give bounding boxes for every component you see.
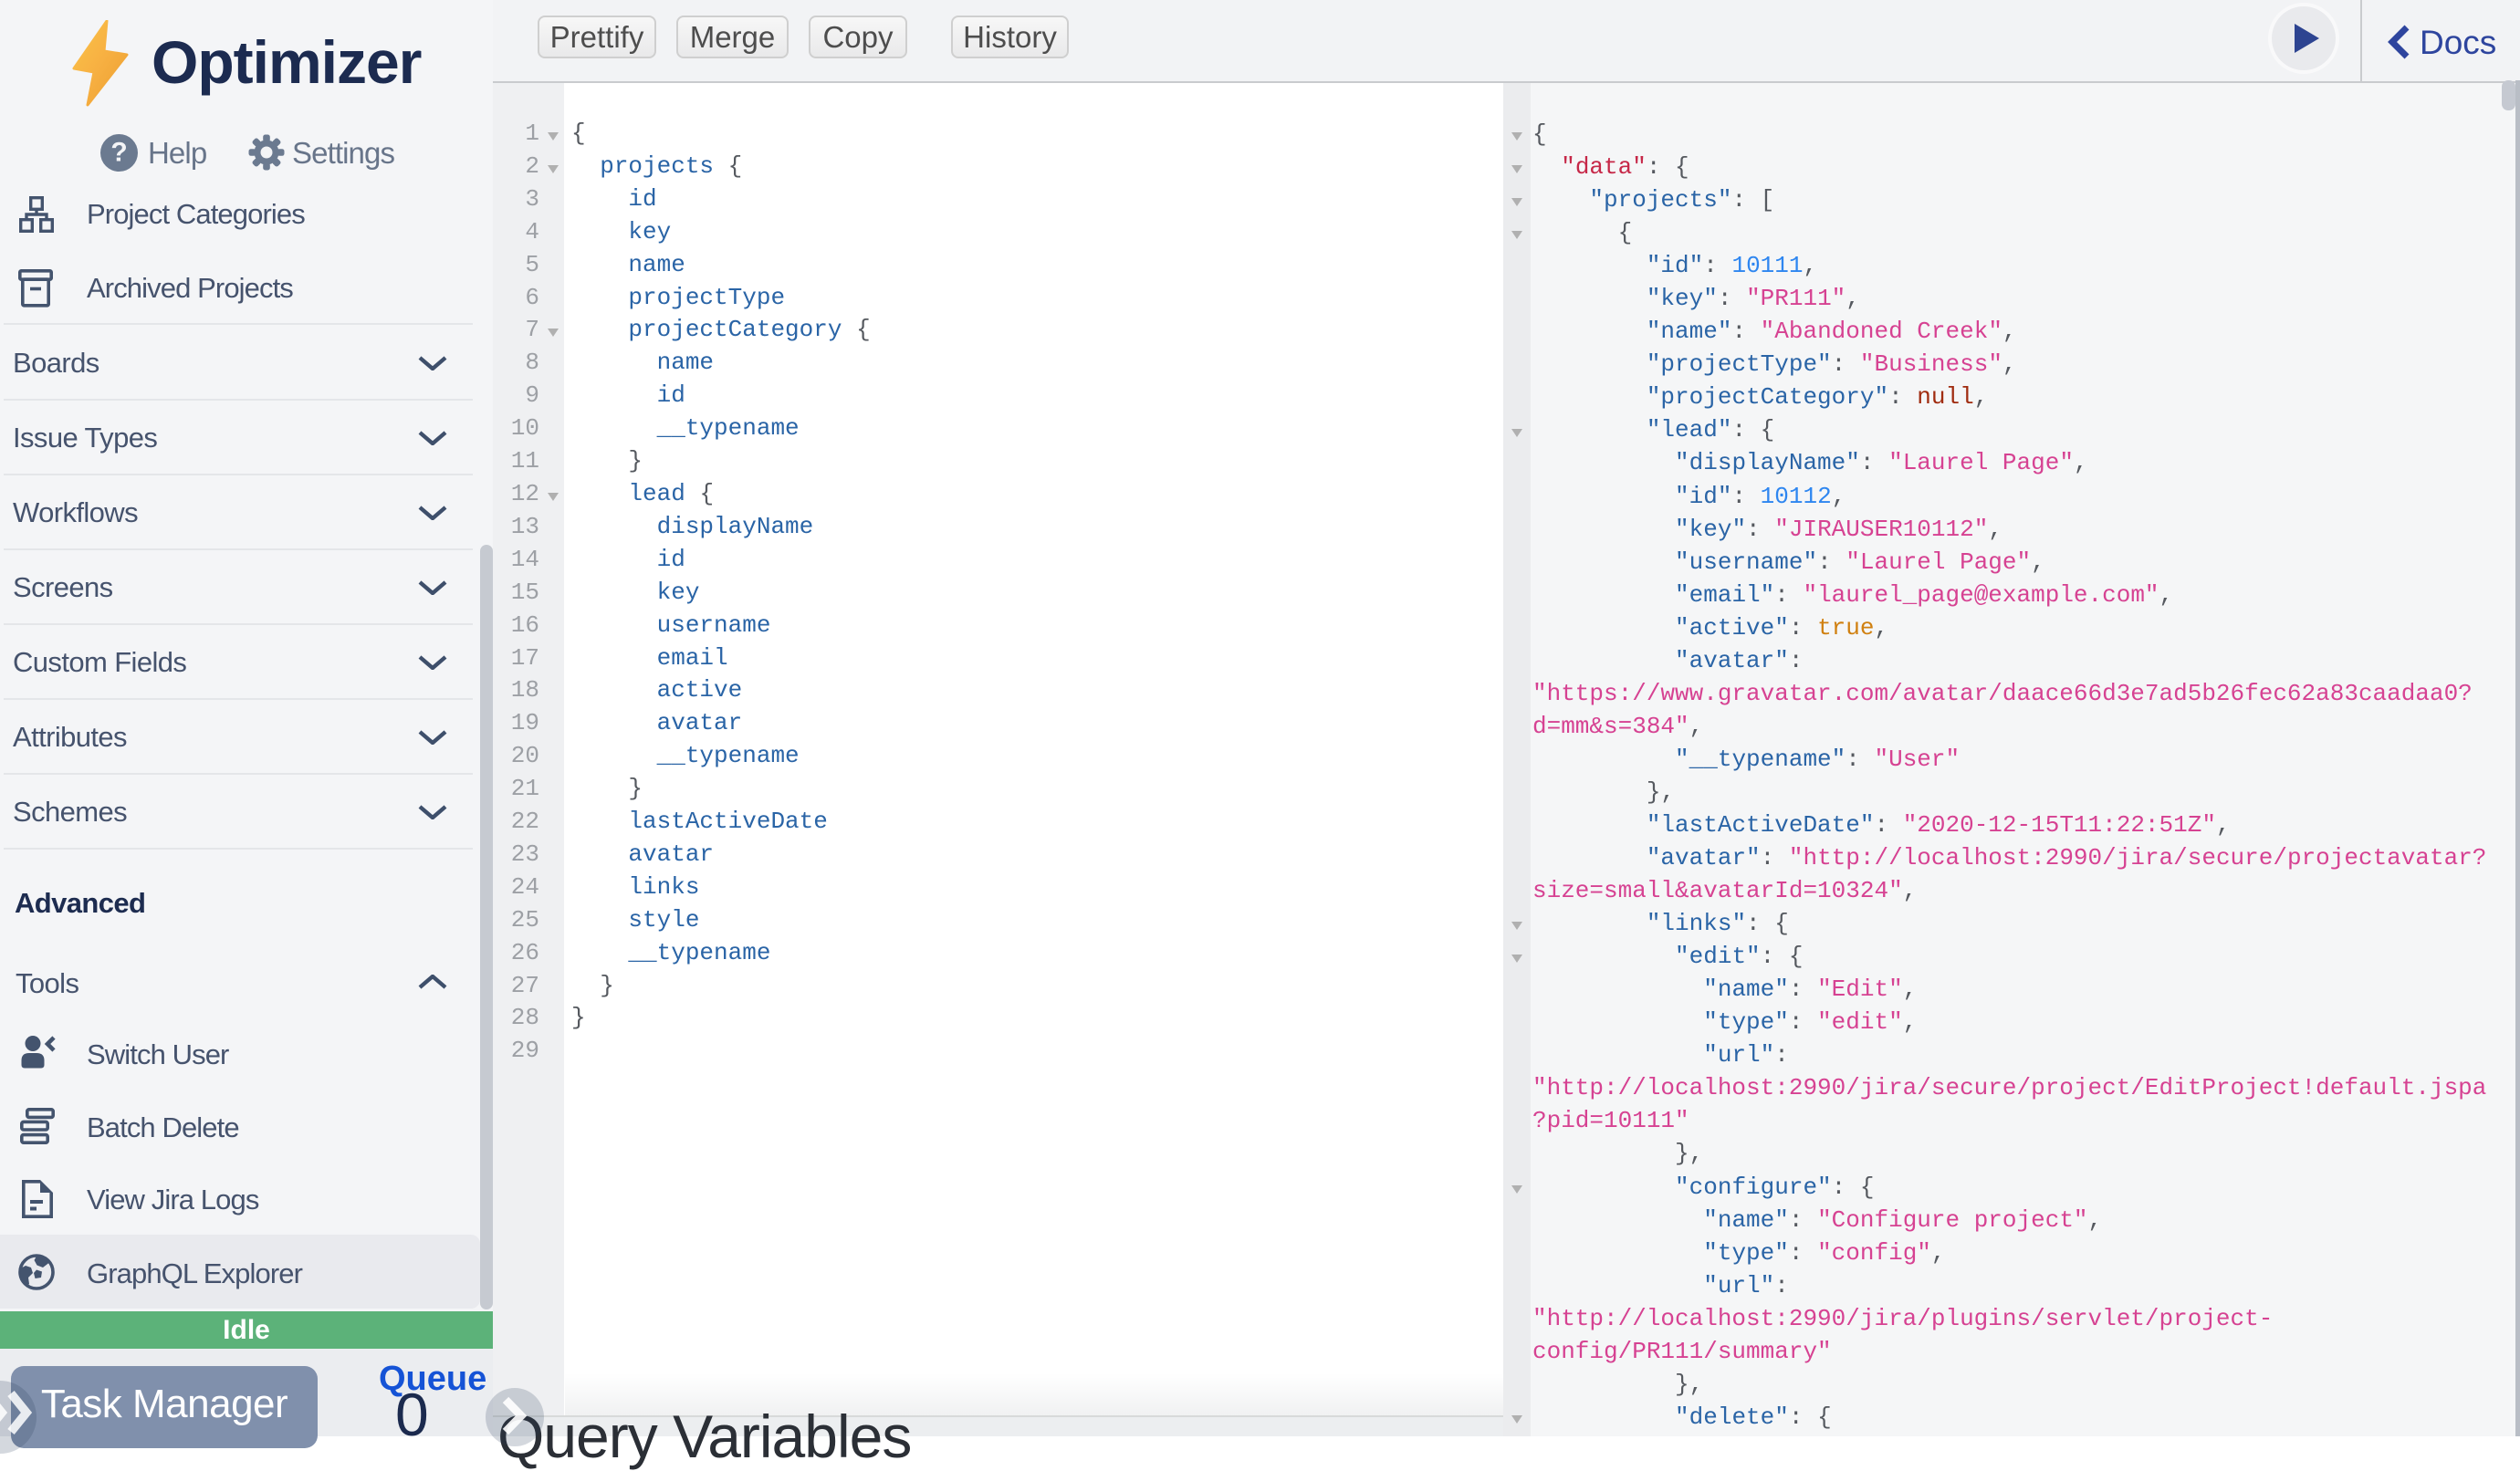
svg-text:?: ? bbox=[110, 138, 127, 168]
